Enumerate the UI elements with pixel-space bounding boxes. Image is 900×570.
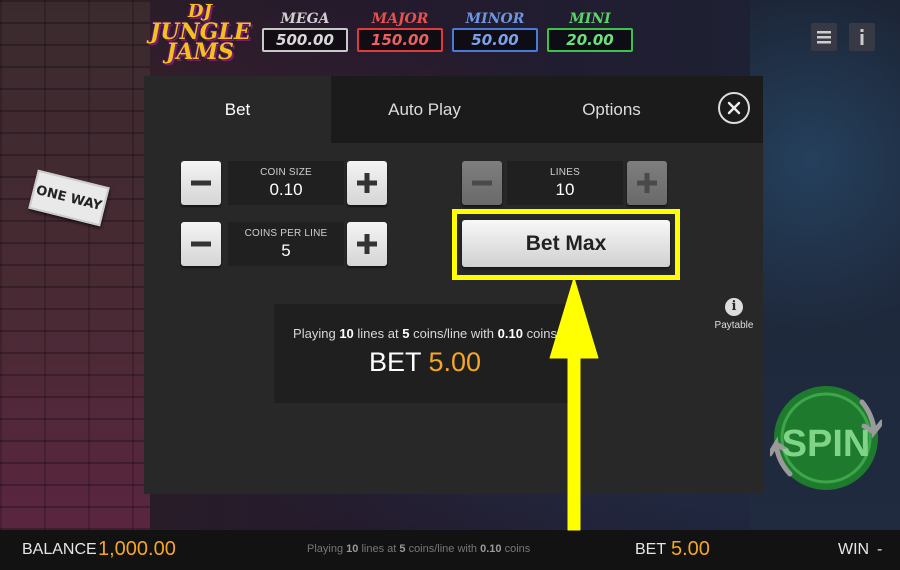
footer-summary-mid1: lines at [361, 543, 397, 555]
coins-per-line-label: COINS PER LINE [244, 228, 328, 239]
plus-icon [357, 234, 377, 254]
footer-summary-lines: 10 [346, 543, 359, 555]
tab-auto-play[interactable]: Auto Play [331, 76, 518, 143]
lines-label: LINES [550, 167, 580, 178]
lines-value: 10 [555, 180, 575, 199]
pointer-arrow-icon [549, 278, 599, 531]
balance-label: BALANCE [22, 541, 97, 558]
footer-summary-coin-size: 0.10 [480, 543, 502, 555]
paytable-label: Paytable [714, 320, 754, 331]
jackpot-value: 50.00 [452, 28, 538, 52]
spin-button[interactable]: SPIN [767, 382, 885, 494]
plus-icon [637, 173, 657, 193]
close-button[interactable] [718, 92, 750, 124]
coins-per-line-value: 5 [281, 241, 291, 260]
summary-coin-size: 0.10 [497, 326, 523, 341]
minus-icon [191, 241, 211, 247]
bet-total-label: BET [368, 347, 421, 377]
jackpot-label: MAJOR [371, 11, 429, 27]
dialog-tabs: Bet Auto Play Options [144, 76, 763, 143]
minus-icon [191, 180, 211, 186]
paytable-button[interactable]: i Paytable [710, 298, 758, 331]
info-icon [860, 29, 864, 45]
summary-lines: 10 [339, 326, 354, 341]
jackpot-value: 20.00 [547, 28, 633, 52]
lines-increase-button[interactable] [627, 161, 667, 205]
summary-mid1: lines at [357, 326, 399, 341]
win-value: - [877, 541, 883, 558]
summary-coins: 5 [402, 326, 410, 341]
jackpot-mini: MINI 20.00 [547, 10, 633, 52]
bet-value: 5.00 [671, 538, 710, 560]
coin-size-decrease-button[interactable] [181, 161, 221, 205]
jackpot-value: 500.00 [262, 28, 348, 52]
jackpot-minor: MINOR 50.00 [452, 10, 538, 52]
jackpot-label: MINI [569, 11, 611, 27]
close-icon [727, 101, 741, 115]
menu-button[interactable] [811, 23, 837, 51]
win-label: WIN [838, 541, 870, 558]
coins-per-line-increase-button[interactable] [347, 222, 387, 266]
game-logo: DJ JUNGLE JAMS [150, 2, 251, 72]
brick-wall [0, 0, 150, 530]
footer-bet-summary: Playing 10 lines at 5 coins/line with 0.… [307, 543, 530, 555]
bet-max-button[interactable]: Bet Max [462, 220, 670, 267]
status-bar: BALANCE 1,000.00 Playing 10 lines at 5 c… [0, 530, 900, 570]
lines-decrease-button[interactable] [462, 161, 502, 205]
bet-total-value: 5.00 [428, 347, 482, 377]
bet-label: BET [635, 541, 667, 558]
footer-summary-mid2: coins/line with [408, 543, 478, 555]
footer-summary-prefix: Playing [307, 543, 344, 555]
bet-total: BET 5.00 [274, 347, 576, 378]
logo-line-3: JAMS [166, 39, 234, 65]
coins-per-line-field: COINS PER LINE 5 [228, 222, 344, 266]
footer-summary-coins: 5 [399, 543, 406, 555]
minus-icon [472, 180, 492, 186]
jackpot-label: MINOR [465, 11, 525, 27]
bet-max-highlight: Bet Max [452, 209, 680, 280]
tab-options[interactable]: Options [518, 76, 705, 143]
jackpot-mega: MEGA 500.00 [262, 10, 348, 52]
tab-bet[interactable]: Bet [144, 76, 331, 143]
coin-size-value: 0.10 [269, 180, 303, 199]
coin-size-field: COIN SIZE 0.10 [228, 161, 344, 205]
jackpot-label: MEGA [280, 11, 330, 27]
summary-mid2: coins/line with [413, 326, 495, 341]
balance-value: 1,000.00 [98, 538, 176, 560]
jackpot-major: MAJOR 150.00 [357, 10, 443, 52]
jackpot-value: 150.00 [357, 28, 443, 52]
menu-icon [817, 31, 831, 44]
summary-prefix: Playing [293, 326, 336, 341]
bet-summary-text: Playing 10 lines at 5 coins/line with 0.… [274, 326, 576, 341]
footer-summary-suffix: coins [504, 543, 531, 555]
spin-graphic: SPIN [767, 386, 885, 490]
plus-icon [357, 173, 377, 193]
coin-size-label: COIN SIZE [260, 167, 312, 178]
info-icon: i [725, 298, 743, 316]
bet-settings-dialog: Bet Auto Play Options COIN SIZE 0.10 COI… [144, 76, 763, 494]
coins-per-line-decrease-button[interactable] [181, 222, 221, 266]
lines-field: LINES 10 [507, 161, 623, 205]
spin-label: SPIN [782, 423, 871, 465]
bet-summary-panel: Playing 10 lines at 5 coins/line with 0.… [274, 304, 576, 403]
coin-size-increase-button[interactable] [347, 161, 387, 205]
info-button[interactable] [849, 23, 875, 51]
